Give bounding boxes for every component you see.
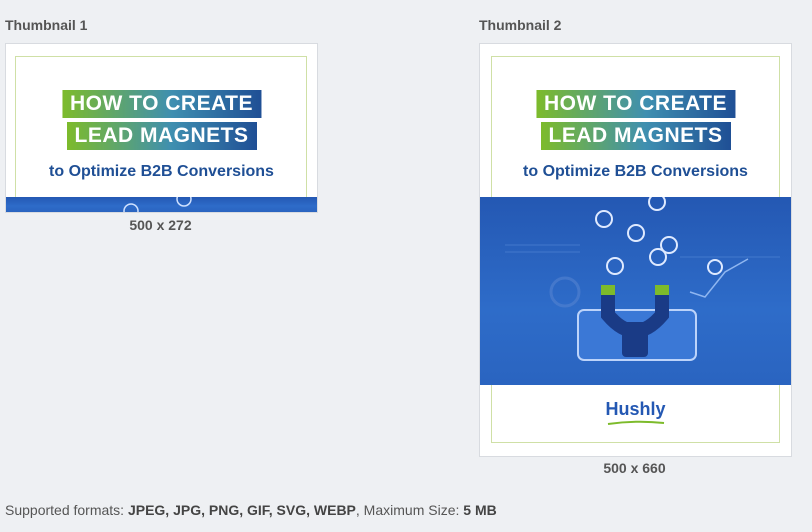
logo-swoosh [607, 420, 665, 425]
thumbnail-1-preview[interactable]: HOW TO CREATE LEAD MAGNETS to Optimize B… [5, 43, 318, 213]
formats-middle: , Maximum Size: [355, 502, 464, 518]
cover-title-line2: LEAD MAGNETS [66, 122, 257, 150]
cover-blue-band [480, 197, 791, 385]
thumbnail-2-size: 500 x 660 [603, 460, 666, 476]
thumbnail-1-size: 500 x 272 [129, 217, 192, 233]
supported-formats-note: Supported formats: JPEG, JPG, PNG, GIF, … [5, 502, 497, 518]
magnet-illustration [505, 197, 780, 361]
thumbnail-2-preview[interactable]: HOW TO CREATE LEAD MAGNETS to Optimize B… [479, 43, 792, 457]
cover-title-line1: HOW TO CREATE [61, 90, 262, 118]
cover-blue-band [6, 197, 317, 212]
formats-list: JPEG, JPG, PNG, GIF, SVG, WEBP [127, 502, 356, 518]
cover-logo: Hushly [605, 399, 666, 419]
cover-subtitle: to Optimize B2B Conversions [49, 163, 274, 180]
cover-title-line1: HOW TO CREATE [535, 90, 736, 118]
max-size-value: 5 MB [463, 502, 497, 518]
formats-prefix: Supported formats: [5, 502, 128, 518]
thumbnail-1-label: Thumbnail 1 [5, 17, 88, 33]
thumbnail-2-label: Thumbnail 2 [479, 17, 562, 33]
cover-subtitle: to Optimize B2B Conversions [523, 163, 748, 180]
cover-title-line2: LEAD MAGNETS [540, 122, 731, 150]
